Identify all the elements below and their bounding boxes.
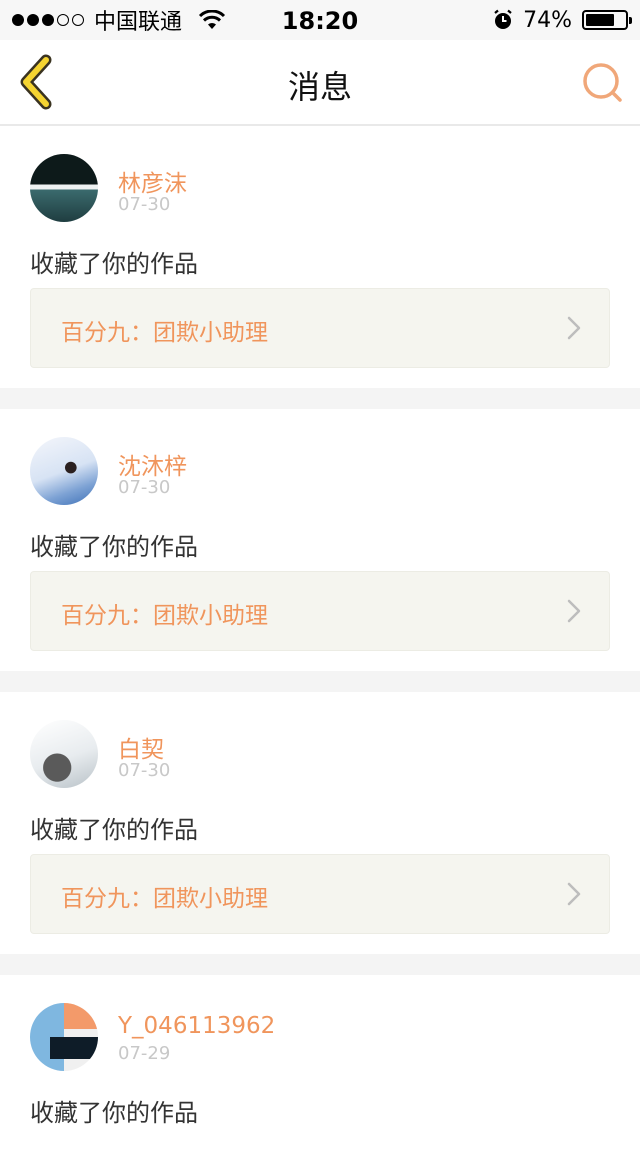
message-date: 07-30 xyxy=(118,760,171,781)
nav-bar: 消息 xyxy=(0,40,640,126)
message-date: 07-29 xyxy=(118,1043,171,1064)
message-date: 07-30 xyxy=(118,194,171,215)
divider xyxy=(0,954,640,975)
work-link[interactable]: 百分九：团欺小助理 xyxy=(30,571,610,651)
battery-fill xyxy=(586,14,614,26)
message-text: 收藏了你的作品 xyxy=(30,1099,198,1127)
message-card: 林彦沫 07-30 收藏了你的作品 百分九：团欺小助理 xyxy=(0,126,640,388)
avatar[interactable] xyxy=(30,437,98,505)
divider xyxy=(0,388,640,409)
divider xyxy=(0,671,640,692)
work-title: 百分九：团欺小助理 xyxy=(61,603,268,629)
message-date: 07-30 xyxy=(118,477,171,498)
message-card: 沈沐梓 07-30 收藏了你的作品 百分九：团欺小助理 xyxy=(0,409,640,671)
message-list: 林彦沫 07-30 收藏了你的作品 百分九：团欺小助理 沈沐梓 07-30 收藏… xyxy=(0,126,640,1175)
message-text: 收藏了你的作品 xyxy=(30,250,198,278)
search-button[interactable] xyxy=(580,60,626,106)
work-link[interactable]: 百分九：团欺小助理 xyxy=(30,854,610,934)
wifi-icon xyxy=(198,10,226,29)
signal-strength-icon xyxy=(12,14,84,26)
user-name[interactable]: 白契 xyxy=(118,730,164,764)
message-card: Y_046113962 07-29 收藏了你的作品 xyxy=(0,975,640,1175)
user-name[interactable]: 林彦沫 xyxy=(118,164,187,198)
user-name[interactable]: Y_046113962 xyxy=(118,1013,275,1039)
message-text: 收藏了你的作品 xyxy=(30,533,198,561)
page-title: 消息 xyxy=(287,68,352,106)
message-text: 收藏了你的作品 xyxy=(30,816,198,844)
work-title: 百分九：团欺小助理 xyxy=(61,886,268,912)
back-button[interactable] xyxy=(14,54,62,110)
chevron-right-icon xyxy=(567,316,581,340)
battery-percent: 74% xyxy=(523,7,572,33)
alarm-clock-icon xyxy=(494,9,512,29)
avatar[interactable] xyxy=(30,720,98,788)
work-title: 百分九：团欺小助理 xyxy=(61,320,268,346)
user-name[interactable]: 沈沐梓 xyxy=(118,447,187,481)
search-icon xyxy=(583,63,622,102)
chevron-right-icon xyxy=(567,882,581,906)
avatar[interactable] xyxy=(30,1003,98,1071)
avatar[interactable] xyxy=(30,154,98,222)
status-left: 中国联通 xyxy=(12,0,226,40)
battery-icon xyxy=(582,10,632,30)
status-bar: 中国联通 18:20 74% xyxy=(0,0,640,40)
status-right: 74% xyxy=(493,0,632,40)
chevron-right-icon xyxy=(567,599,581,623)
work-link[interactable]: 百分九：团欺小助理 xyxy=(30,288,610,368)
carrier-name: 中国联通 xyxy=(94,10,183,35)
chevron-left-icon xyxy=(20,54,52,110)
message-card: 白契 07-30 收藏了你的作品 百分九：团欺小助理 xyxy=(0,692,640,954)
